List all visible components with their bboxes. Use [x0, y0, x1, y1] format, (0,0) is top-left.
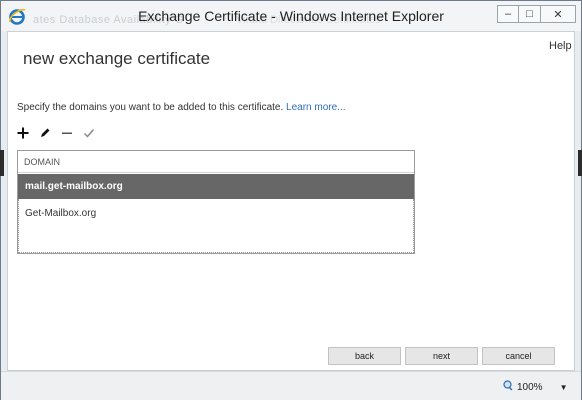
check-icon[interactable]	[83, 124, 105, 142]
wizard-actions: back next cancel	[328, 347, 555, 365]
page-content: Help new exchange certificate Specify th…	[7, 31, 575, 371]
ie-window: ates Database Availability Groups Virtua…	[0, 0, 582, 400]
domain-toolbar	[17, 124, 105, 142]
zoom-icon	[503, 380, 514, 394]
zoom-level: 100%	[517, 381, 543, 393]
instruction-text: Specify the domains you want to be added…	[17, 102, 346, 113]
domain-row-selected[interactable]: mail.get-mailbox.org	[18, 174, 414, 199]
zoom-dropdown-icon[interactable]: ▼	[560, 383, 568, 392]
edit-icon[interactable]	[39, 124, 61, 142]
window-edge-marker	[578, 150, 582, 176]
domain-row[interactable]: Get-Mailbox.org	[18, 201, 414, 226]
remove-icon[interactable]	[61, 124, 83, 142]
window-edge-marker	[0, 150, 4, 176]
minimize-button[interactable]: –	[497, 5, 519, 23]
learn-more-link[interactable]: Learn more...	[286, 102, 345, 113]
domain-column-header[interactable]: DOMAIN	[18, 151, 414, 173]
zoom-control[interactable]: 100% ▼	[503, 380, 568, 394]
next-button[interactable]: next	[405, 347, 478, 365]
domain-list: DOMAIN mail.get-mailbox.org Get-Mailbox.…	[17, 150, 415, 254]
status-bar: 100% ▼	[1, 371, 581, 400]
page-title: new exchange certificate	[23, 49, 211, 68]
close-button[interactable]: ✕	[540, 5, 576, 23]
add-icon[interactable]	[17, 124, 39, 142]
help-link[interactable]: Help	[549, 40, 572, 52]
maximize-button[interactable]: □	[518, 5, 541, 23]
title-bar: ates Database Availability Groups Virtua…	[1, 1, 581, 31]
window-title: Exchange Certificate - Windows Internet …	[138, 8, 444, 24]
cancel-button[interactable]: cancel	[482, 347, 555, 365]
back-button[interactable]: back	[328, 347, 401, 365]
instruction-label: Specify the domains you want to be added…	[17, 102, 284, 113]
